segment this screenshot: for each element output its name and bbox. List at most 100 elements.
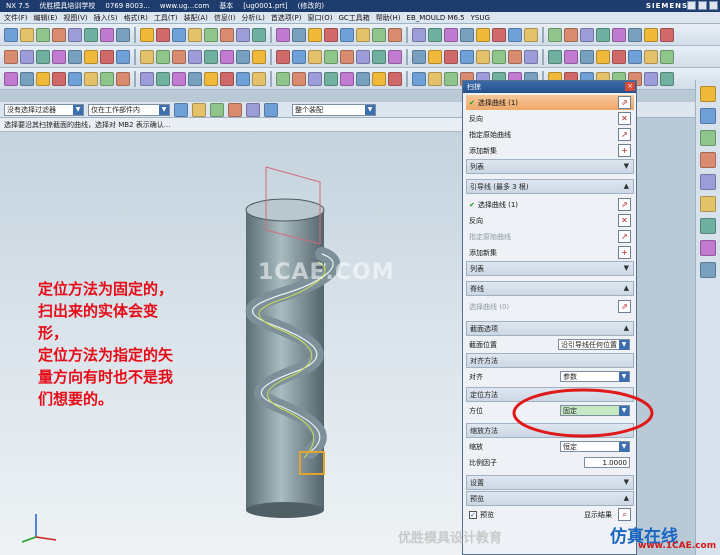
chamfer-icon[interactable] bbox=[428, 71, 442, 86]
selection-scope-dropdown[interactable]: 仅在工作部件内 bbox=[88, 103, 170, 116]
sketch-icon[interactable] bbox=[508, 27, 522, 42]
menu-preferences[interactable]: 首选项(P) bbox=[271, 13, 302, 23]
pattern-icon[interactable] bbox=[156, 27, 170, 42]
scaling-dropdown[interactable]: 恒定 bbox=[560, 441, 630, 452]
boss-icon[interactable] bbox=[68, 27, 82, 42]
spine-header[interactable]: 脊线 ▲ bbox=[466, 281, 634, 296]
shell-icon[interactable] bbox=[476, 27, 490, 42]
revolve-icon[interactable] bbox=[172, 71, 186, 86]
blend-icon[interactable] bbox=[596, 49, 610, 64]
blend-icon[interactable] bbox=[252, 49, 266, 64]
revolve-icon[interactable] bbox=[340, 71, 354, 86]
revolve-icon[interactable] bbox=[36, 27, 50, 42]
extrude-icon[interactable] bbox=[4, 49, 18, 64]
extrude-icon[interactable] bbox=[156, 71, 170, 86]
menu-ysug[interactable]: YSUG bbox=[471, 14, 490, 22]
pocket-icon[interactable] bbox=[68, 49, 82, 64]
chamfer-icon[interactable] bbox=[252, 71, 266, 86]
sketch-icon[interactable] bbox=[4, 27, 18, 42]
boss-icon[interactable] bbox=[204, 71, 218, 86]
blend-icon[interactable] bbox=[612, 27, 626, 42]
sketch-icon[interactable] bbox=[156, 49, 170, 64]
shell-icon[interactable] bbox=[276, 71, 290, 86]
filter-icon[interactable] bbox=[174, 102, 188, 117]
sketch-icon[interactable] bbox=[324, 49, 338, 64]
pocket-icon[interactable] bbox=[580, 49, 594, 64]
blend-icon[interactable] bbox=[444, 27, 458, 42]
hole-icon[interactable] bbox=[52, 27, 66, 42]
blend-icon[interactable] bbox=[84, 49, 98, 64]
extrude-icon[interactable] bbox=[508, 49, 522, 64]
chamfer-icon[interactable] bbox=[460, 27, 474, 42]
menu-assembly[interactable]: 装配(A) bbox=[184, 13, 208, 23]
pattern-icon[interactable] bbox=[292, 71, 306, 86]
extrude-icon[interactable] bbox=[188, 27, 202, 42]
menu-analysis[interactable]: 分析(L) bbox=[241, 13, 264, 23]
options-header[interactable]: 截面选项 ▲ bbox=[466, 321, 634, 336]
boss-icon[interactable] bbox=[52, 49, 66, 64]
boss-icon[interactable] bbox=[36, 71, 50, 86]
maximize-button[interactable] bbox=[698, 1, 707, 10]
selection-filter-dropdown[interactable]: 没有选择过滤器 bbox=[4, 103, 84, 116]
guides-reverse[interactable]: 反向 ✕ bbox=[466, 213, 634, 228]
chamfer-icon[interactable] bbox=[612, 49, 626, 64]
spine-select-curve[interactable]: 选择曲线 (0) ⇗ bbox=[466, 299, 634, 314]
settings-header[interactable]: 设置 ▼ bbox=[466, 475, 634, 490]
curve-select-icon[interactable]: ⇗ bbox=[618, 96, 631, 109]
blend-icon[interactable] bbox=[100, 27, 114, 42]
snap-icon[interactable] bbox=[192, 102, 206, 117]
resource-roles-icon[interactable] bbox=[700, 240, 716, 256]
guides-header[interactable]: 引导线 (最多 3 根) ▲ bbox=[466, 179, 634, 194]
chamfer-icon[interactable] bbox=[276, 49, 290, 64]
boss-icon[interactable] bbox=[580, 27, 594, 42]
hole-icon[interactable] bbox=[20, 71, 34, 86]
sketch-icon[interactable] bbox=[308, 71, 322, 86]
revolve-icon[interactable] bbox=[20, 49, 34, 64]
dialog-close-icon[interactable]: × bbox=[625, 82, 635, 91]
chamfer-icon[interactable] bbox=[628, 27, 642, 42]
menu-edit[interactable]: 编辑(E) bbox=[34, 13, 58, 23]
menu-insert[interactable]: 插入(S) bbox=[94, 13, 118, 23]
shell-icon[interactable] bbox=[308, 27, 322, 42]
menu-info[interactable]: 信息(I) bbox=[214, 13, 236, 23]
point-icon[interactable] bbox=[246, 102, 260, 117]
sketch-icon[interactable] bbox=[340, 27, 354, 42]
extrude-icon[interactable] bbox=[20, 27, 34, 42]
alignment-header[interactable]: 对齐方法 bbox=[466, 353, 634, 368]
pattern-icon[interactable] bbox=[116, 71, 130, 86]
blend-icon[interactable] bbox=[236, 71, 250, 86]
extrude-icon[interactable] bbox=[660, 71, 674, 86]
preview-header[interactable]: 预览 ▲ bbox=[466, 491, 634, 506]
boss-icon[interactable] bbox=[412, 27, 426, 42]
section-list-header[interactable]: 列表 ▼ bbox=[466, 159, 634, 174]
boss-icon[interactable] bbox=[564, 49, 578, 64]
resource-palette-icon[interactable] bbox=[700, 262, 716, 278]
chamfer-icon[interactable] bbox=[100, 49, 114, 64]
blend-icon[interactable] bbox=[276, 27, 290, 42]
guides-select-curve[interactable]: ✔ 选择曲线 (1) ⇗ bbox=[466, 197, 634, 212]
extrude-icon[interactable] bbox=[356, 27, 370, 42]
shell-icon[interactable] bbox=[444, 71, 458, 86]
boss-icon[interactable] bbox=[372, 71, 386, 86]
hole-icon[interactable] bbox=[548, 49, 562, 64]
section-specify-origin[interactable]: 指定原始曲线 ↗ bbox=[466, 127, 634, 142]
shell-icon[interactable] bbox=[100, 71, 114, 86]
pattern-icon[interactable] bbox=[476, 49, 490, 64]
curve-rule-icon[interactable] bbox=[264, 102, 278, 117]
reverse-icon[interactable]: ✕ bbox=[618, 112, 631, 125]
pattern-icon[interactable] bbox=[308, 49, 322, 64]
shell-icon[interactable] bbox=[628, 49, 642, 64]
chamfer-icon[interactable] bbox=[84, 71, 98, 86]
menu-window[interactable]: 窗口(O) bbox=[308, 13, 333, 23]
sketch-icon[interactable] bbox=[492, 49, 506, 64]
hole-icon[interactable] bbox=[220, 27, 234, 42]
chamfer-icon[interactable] bbox=[292, 27, 306, 42]
minimize-button[interactable] bbox=[687, 1, 696, 10]
extrude-icon[interactable] bbox=[340, 49, 354, 64]
menu-view[interactable]: 视图(V) bbox=[63, 13, 87, 23]
section-add-new-set[interactable]: 添加新集 + bbox=[466, 143, 634, 158]
close-button[interactable] bbox=[709, 1, 718, 10]
hole-icon[interactable] bbox=[356, 71, 370, 86]
revolve-icon[interactable] bbox=[356, 49, 370, 64]
revolve-icon[interactable] bbox=[188, 49, 202, 64]
